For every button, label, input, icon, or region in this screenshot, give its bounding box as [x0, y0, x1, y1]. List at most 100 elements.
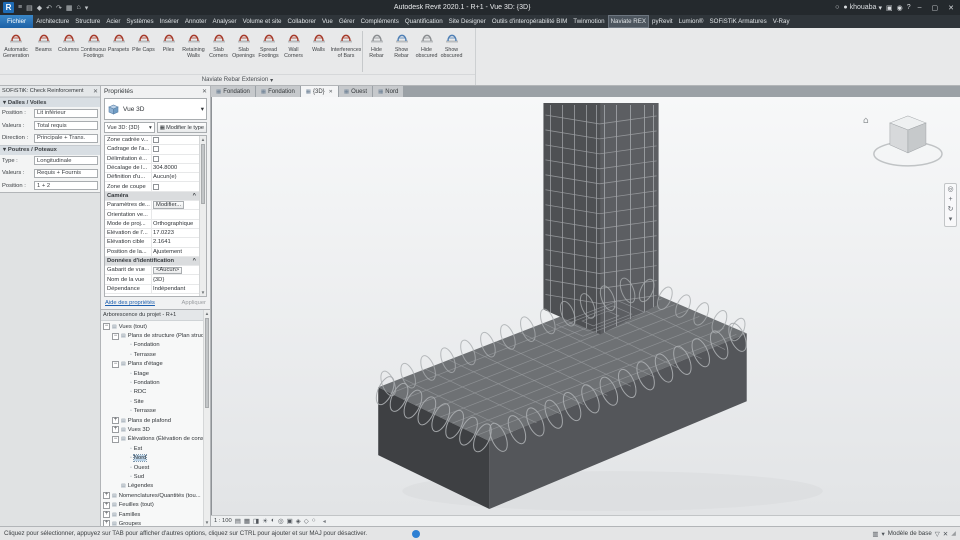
checkbox[interactable]: [153, 146, 159, 153]
ribbon-tab-collaborer[interactable]: Collaborer: [284, 15, 319, 28]
ribbon-tab-v-ray[interactable]: V-Ray: [770, 15, 793, 28]
save-icon[interactable]: ◆: [36, 4, 43, 12]
browser-scrollbar[interactable]: ▲ ▼: [203, 310, 210, 526]
search-icon[interactable]: ○: [835, 4, 839, 11]
tree-item-nord[interactable]: ▫ Nord: [101, 453, 203, 463]
maximize-button[interactable]: ▢: [929, 4, 942, 12]
expand-icon[interactable]: +: [103, 511, 110, 518]
prop-value[interactable]: <Aucun>: [151, 266, 199, 275]
view-tab-nord-4[interactable]: ▦ Nord: [373, 86, 405, 97]
ribbon-tab-ins-rer[interactable]: Insérer: [157, 15, 182, 28]
tree-item-terrasse[interactable]: ▫ Terrasse: [101, 350, 203, 359]
tool-spread-footings[interactable]: Spread Footings: [256, 29, 281, 74]
prop-value[interactable]: [151, 154, 199, 163]
tree-item-terrasse[interactable]: ▫ Terrasse: [101, 407, 203, 416]
type-selector[interactable]: Vue 3D ▾: [104, 98, 207, 120]
exclude-icon[interactable]: ✕: [943, 530, 948, 538]
prop-nom-de-la-vue[interactable]: Nom de la vue {3D}: [105, 275, 199, 285]
section-poutres-poteaux[interactable]: ▾ Poutres / Poteaux: [0, 144, 100, 155]
nav-more-icon[interactable]: ▾: [949, 216, 953, 224]
ribbon-tab-g-rer[interactable]: Gérer: [336, 15, 358, 28]
viewport-3d[interactable]: ⌂ ◎ + ↻ ▾: [211, 97, 960, 515]
prop-value[interactable]: 17.0223: [151, 228, 199, 238]
prop-value[interactable]: {3D}: [151, 275, 199, 284]
tool-parapets[interactable]: Parapets: [106, 29, 131, 74]
properties-filter-combo[interactable]: Vue 3D: {3D} ▾: [104, 122, 155, 133]
steering-wheel-icon[interactable]: ◎: [947, 186, 953, 194]
properties-help-link[interactable]: Aide des propriétés: [105, 300, 155, 306]
prop-value-button[interactable]: <Aucun>: [153, 266, 183, 275]
ribbon-tab-annoter[interactable]: Annoter: [182, 15, 210, 28]
minimize-button[interactable]: –: [915, 4, 925, 11]
ribbon-tab-syst-mes[interactable]: Systèmes: [123, 15, 156, 28]
shadows-icon[interactable]: ◐: [271, 517, 275, 525]
prop-cadrage-de-l-a[interactable]: Cadrage de l'a...: [105, 145, 199, 155]
prop-mode-de-proj[interactable]: Mode de proj... Orthographique: [105, 219, 199, 229]
checkbox[interactable]: [153, 183, 159, 190]
model-3d-footing[interactable]: ⌂: [212, 97, 960, 515]
isolate-icon[interactable]: ○: [312, 517, 316, 525]
field-value[interactable]: Longitudinale: [34, 156, 98, 166]
render-icon[interactable]: ◎: [278, 517, 284, 525]
tool-wall-corners[interactable]: Wall Corners: [281, 29, 306, 74]
detail-level-icon[interactable]: ▦: [244, 517, 250, 525]
thin-lines-icon[interactable]: ▤: [235, 517, 241, 525]
tree-item-etage[interactable]: ▫ Etage: [101, 369, 203, 378]
tool-show-obscured[interactable]: Show obscured: [439, 29, 464, 74]
view-tab-ouest-3[interactable]: ▦ Ouest: [338, 86, 374, 97]
dropdown-icon[interactable]: ▾: [84, 4, 90, 12]
field-value[interactable]: Total requis: [34, 121, 98, 131]
view-tab-fondation-1[interactable]: ▦ Fondation: [255, 86, 301, 97]
ribbon-tab-outils-d-interop-rabilit-bim[interactable]: Outils d'interopérabilité BIM: [489, 15, 570, 28]
prop-value[interactable]: Orthographique: [151, 219, 199, 228]
revit-logo-icon[interactable]: R: [3, 2, 14, 13]
prop-orientation-ve[interactable]: Orientation ve...: [105, 210, 199, 220]
ribbon-tab-twinmotion[interactable]: Twinmotion: [570, 15, 607, 28]
tool-pile-caps[interactable]: Pile Caps: [131, 29, 156, 74]
edit-type-button[interactable]: ▦ Modifier le type: [156, 122, 207, 133]
lock-view-icon[interactable]: ◇: [304, 517, 309, 525]
tree-item-ouest[interactable]: ▫ Ouest: [101, 463, 203, 472]
tree-item-feuilles-tout[interactable]: + ▤ Feuilles (tout): [101, 500, 203, 509]
pan-icon[interactable]: +: [948, 196, 952, 204]
tree-item-plans-d-tage[interactable]: − ▤ Plans d'étage: [101, 360, 203, 369]
ribbon-tab-volume-et-site[interactable]: Volume et site: [240, 15, 285, 28]
filter-icon[interactable]: ▽: [935, 530, 940, 538]
scroll-up-icon[interactable]: ▲: [200, 136, 206, 143]
scroll-up-icon[interactable]: ▲: [204, 310, 210, 317]
ribbon-tab-structure[interactable]: Structure: [72, 15, 103, 28]
prop-d-calage-de-l[interactable]: Décalage de l... 304.8000: [105, 163, 199, 174]
ribbon-tab-site-designer[interactable]: Site Designer: [446, 15, 489, 28]
prop-value[interactable]: [151, 136, 199, 145]
prop-d-pendance[interactable]: Dépendance Indépendant: [105, 284, 199, 295]
tree-item-sud[interactable]: ▫ Sud: [101, 472, 203, 481]
tool-columns[interactable]: Columns: [56, 29, 81, 74]
expand-icon[interactable]: +: [112, 417, 119, 425]
properties-scrollbar[interactable]: ▲ ▼: [199, 136, 206, 296]
tree-item-plans-de-plafond[interactable]: + ▤ Plans de plafond: [101, 416, 203, 425]
tool-continuous-footings[interactable]: Continuous Footings: [81, 29, 106, 74]
prop-value-button[interactable]: Modifier...: [153, 201, 185, 209]
prop-l-vation-de-l[interactable]: Élévation de l'... 17.0223: [105, 228, 199, 239]
expand-icon[interactable]: +: [112, 426, 119, 434]
prop-value[interactable]: Indépendant: [151, 284, 199, 294]
collapse-icon[interactable]: −: [112, 332, 119, 340]
tree-item-fondation[interactable]: ▫ Fondation: [101, 341, 203, 350]
sun-path-icon[interactable]: ☀: [262, 517, 268, 525]
view-tab-fondation-0[interactable]: ▦ Fondation: [211, 86, 256, 97]
close-icon[interactable]: ✕: [93, 88, 98, 95]
prop-value[interactable]: [151, 145, 199, 154]
tree-item-site[interactable]: ▫ Site: [101, 397, 203, 406]
ribbon-tab-naviate-rex[interactable]: Naviate REX: [607, 15, 649, 28]
ribbon-tab-analyser[interactable]: Analyser: [210, 15, 240, 28]
tree-item-familles[interactable]: + ▤ Familles: [101, 510, 203, 519]
checkbox[interactable]: [153, 155, 159, 162]
redo-icon[interactable]: ↷: [55, 4, 63, 12]
user-account[interactable]: ● khouaba ▾: [843, 4, 882, 12]
collapse-icon[interactable]: −: [103, 323, 110, 331]
prop-value[interactable]: Modifier...: [151, 201, 199, 210]
visual-style-icon[interactable]: ◨: [253, 517, 259, 525]
checkbox[interactable]: [153, 137, 159, 144]
tool-interferences-of-bars[interactable]: Interferences of Bars: [331, 29, 361, 74]
ribbon-tab-architecture[interactable]: Architecture: [33, 15, 72, 28]
